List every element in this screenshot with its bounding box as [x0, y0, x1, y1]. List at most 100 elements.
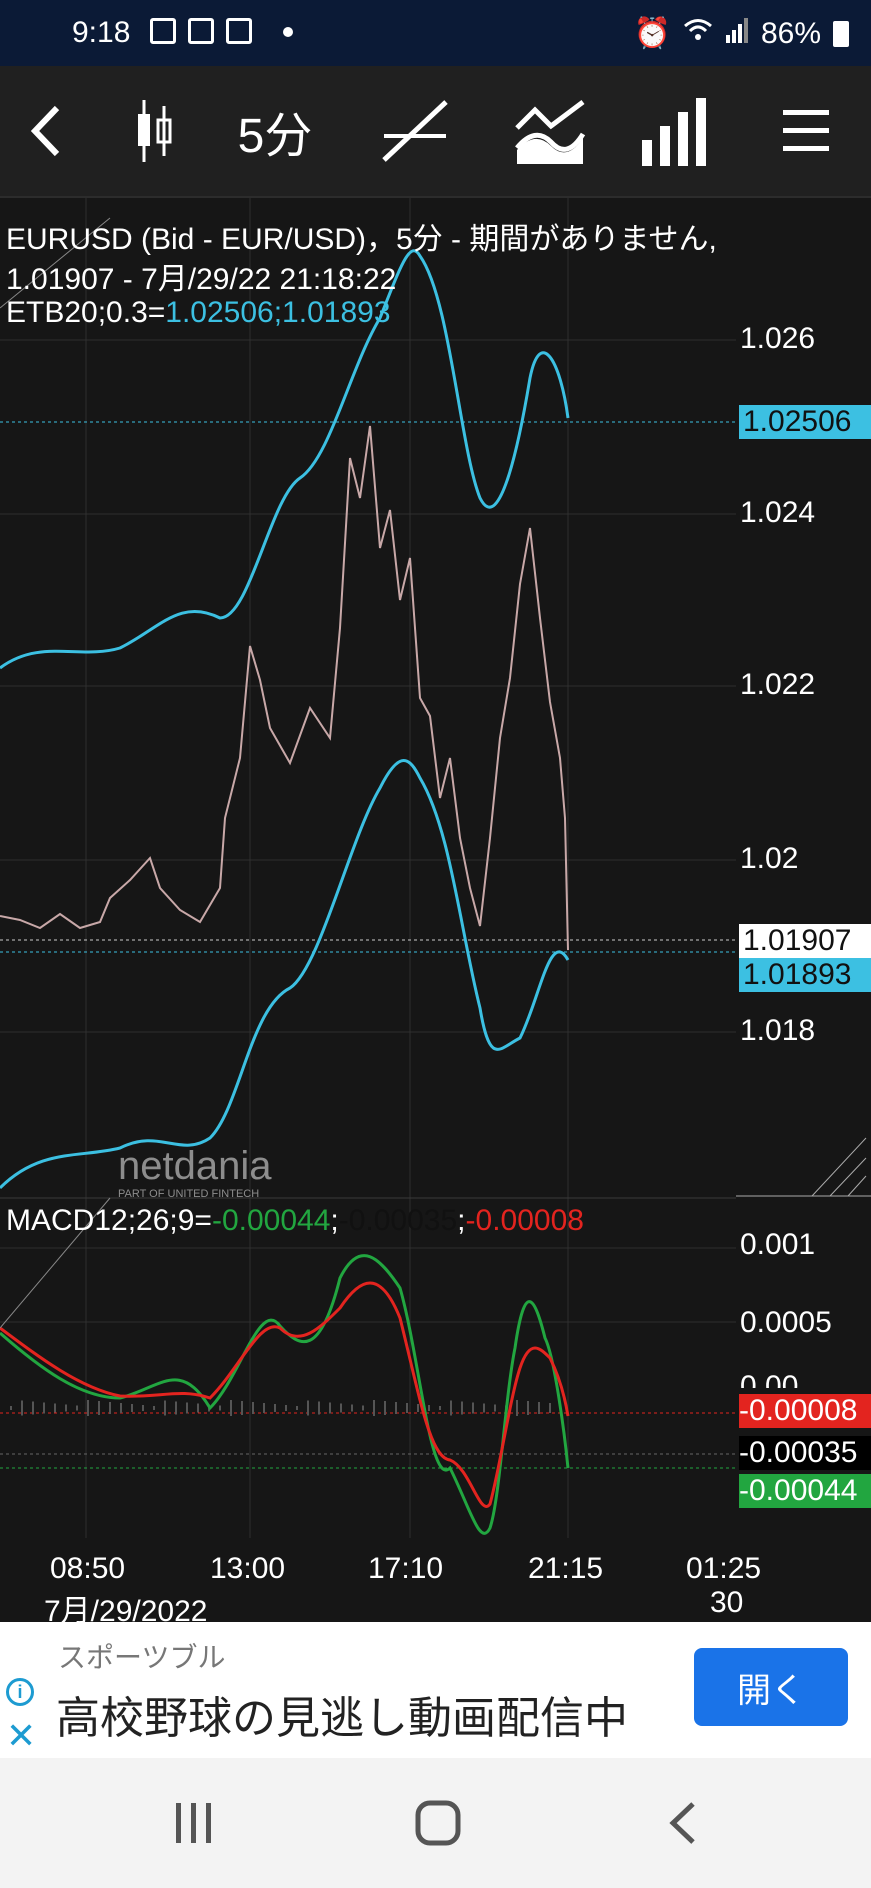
macd-histogram-bar — [494, 1404, 496, 1412]
macd-histogram-bar — [10, 1406, 12, 1410]
macd-histogram-bar — [241, 1401, 243, 1415]
macd-histogram-bar — [54, 1403, 56, 1413]
macd-histogram-bar — [87, 1400, 89, 1416]
price-tick: 1.024 — [740, 496, 816, 529]
macd-histogram-bar — [153, 1406, 155, 1410]
macd-histogram-bar — [21, 1400, 23, 1416]
macd-histogram-bar — [186, 1402, 188, 1414]
time-tick: 08:50 — [50, 1552, 126, 1585]
netdania-subtitle: PART OF UNITED FINTECH — [118, 1188, 260, 1200]
macd-histogram-bar — [428, 1405, 430, 1411]
alarm-icon: ⏰ — [633, 17, 671, 50]
macd-histogram-bar — [516, 1400, 518, 1416]
ad-open-button[interactable]: 開く — [694, 1648, 848, 1726]
status-right: ⏰ 86% — [634, 16, 849, 51]
macd-histogram-bar — [549, 1403, 551, 1413]
draw-line-button[interactable] — [370, 66, 460, 196]
macd-line — [0, 1254, 570, 1535]
etb-values: 1.02506;1.01893 — [165, 296, 391, 329]
macd-tick: 0.0005 — [740, 1306, 832, 1339]
candlestick-icon — [138, 100, 172, 162]
macd-separator-2: ; — [457, 1204, 466, 1237]
ad-headline[interactable]: 高校野球の見逃し動画配信中 — [56, 1682, 628, 1746]
candlestick-type-button[interactable] — [114, 66, 194, 196]
time-tick: 13:00 — [210, 1552, 286, 1585]
signal-icon — [725, 17, 749, 51]
system-back-button[interactable] — [642, 1788, 722, 1858]
macd-hist-badge: -0.00035 — [739, 1436, 871, 1470]
macd-histogram-bar — [274, 1404, 276, 1412]
time-tick: 01:25 — [686, 1552, 762, 1585]
macd-value-1: -0.00044 — [211, 1204, 331, 1237]
hamburger-menu-icon — [783, 110, 829, 151]
chart-title: EURUSD (Bid - EUR/USD)，5分 - 期間がありません, — [6, 223, 717, 256]
macd-histogram-bar — [461, 1401, 463, 1415]
notification-icons — [150, 18, 252, 44]
ad-banner[interactable]: i ✕ スポーツブル 高校野球の見逃し動画配信中 開く — [0, 1622, 871, 1758]
macd-histogram-bar — [43, 1402, 45, 1414]
time-tick: 21:15 — [528, 1552, 604, 1585]
calendar-icon — [188, 18, 214, 44]
macd-histogram-bar — [362, 1405, 364, 1411]
price-tick: 1.018 — [740, 1014, 816, 1047]
macd-histogram-bar — [120, 1403, 122, 1413]
upper-band-badge: 1.02506 — [739, 405, 871, 439]
battery-percent: 86% — [760, 16, 821, 50]
wifi-icon — [683, 17, 713, 51]
macd-signal-line — [0, 1281, 570, 1508]
etb-legend: ETB20;0.3=1.02506;1.01893 — [6, 296, 391, 330]
macd-separator-1: ; — [330, 1204, 339, 1237]
macd-histogram-bar — [439, 1406, 441, 1410]
chart-toolbar: 5分 — [0, 66, 871, 198]
price-chart[interactable]: EURUSD (Bid - EUR/USD)，5分 - 期間がありません, 1.… — [0, 198, 871, 1628]
macd-histogram-bar — [406, 1403, 408, 1413]
recent-apps-button[interactable] — [154, 1788, 234, 1858]
last-quote: 1.01907 - 7月/29/22 21:18:22 — [6, 263, 397, 296]
price-tick: 1.022 — [740, 668, 816, 701]
price-tick: 1.026 — [740, 322, 816, 355]
macd-histogram-bar — [351, 1404, 353, 1412]
ad-info-icon[interactable]: i — [6, 1678, 34, 1706]
macd-histogram-bar — [340, 1403, 342, 1413]
macd-histogram-bar — [263, 1403, 265, 1413]
macd-histogram-bar — [230, 1400, 232, 1416]
indicator-icon — [515, 100, 586, 164]
indicators-button[interactable] — [500, 66, 600, 196]
macd-histogram-bar — [296, 1406, 298, 1410]
macd-histogram-bar — [109, 1402, 111, 1414]
volume-button[interactable] — [630, 66, 720, 196]
more-notifications-icon — [283, 27, 293, 37]
macd-histogram-bar — [252, 1402, 254, 1414]
macd-histogram-bar — [142, 1405, 144, 1411]
macd-histogram-bar — [417, 1404, 419, 1412]
battery-icon — [833, 20, 849, 47]
recent-apps-icon — [176, 1803, 211, 1843]
macd-tick: 0.001 — [740, 1228, 816, 1261]
ad-advertiser: スポーツブル — [58, 1642, 226, 1673]
last-price-badge: 1.01907 — [739, 924, 871, 958]
timeframe-button[interactable]: 5分 — [220, 66, 330, 196]
macd-histogram-bar — [65, 1404, 67, 1412]
download-icon — [226, 18, 252, 44]
macd-histogram-bar — [307, 1400, 309, 1416]
macd-value-3: -0.00008 — [465, 1204, 584, 1237]
lower-band-badge: 1.01893 — [739, 958, 871, 992]
macd-histogram-bar — [175, 1401, 177, 1415]
macd-histogram-bar — [483, 1403, 485, 1413]
macd-line-badge: -0.00044 — [739, 1474, 871, 1508]
time-tick: 17:10 — [368, 1552, 444, 1585]
ad-close-icon[interactable]: ✕ — [6, 1718, 36, 1754]
chart-corner-guide — [0, 217, 111, 1329]
netdania-watermark: netdania — [118, 1144, 272, 1188]
timeframe-label: 5分 — [237, 110, 313, 163]
macd-histogram-bar — [164, 1400, 166, 1416]
menu-button[interactable] — [766, 66, 846, 196]
back-button[interactable] — [6, 66, 86, 196]
macd-histogram-bar — [131, 1404, 133, 1412]
home-button[interactable] — [398, 1788, 478, 1858]
macd-histogram-bar — [373, 1400, 375, 1416]
macd-histogram-bar — [76, 1405, 78, 1411]
bar-chart-icon — [642, 98, 706, 166]
macd-histogram-bar — [384, 1401, 386, 1415]
macd-histogram-bar — [538, 1402, 540, 1414]
